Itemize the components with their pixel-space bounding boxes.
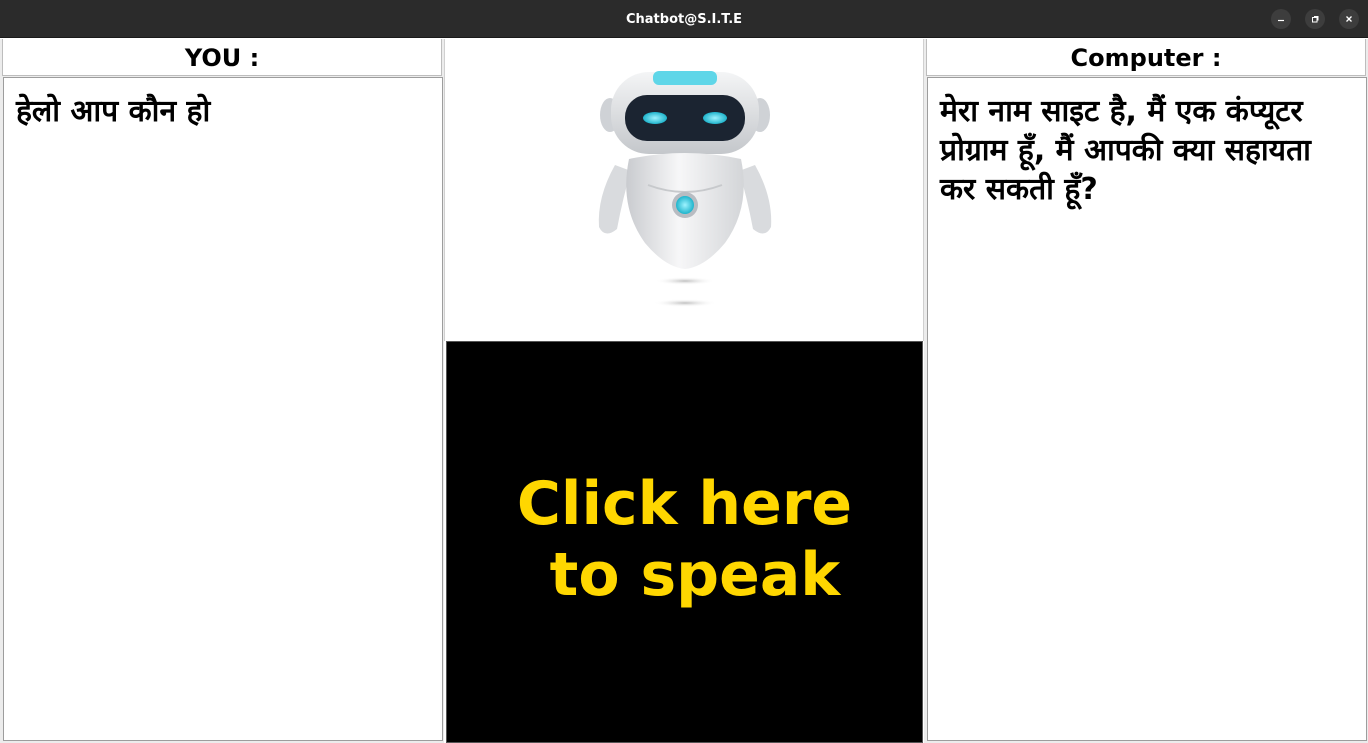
bot-panel-header: Computer : [926, 39, 1366, 76]
close-icon [1346, 16, 1352, 22]
title-bar: Chatbot@S.I.T.E [0, 0, 1368, 38]
robot-image-area [444, 39, 924, 341]
speak-button[interactable]: Click here to speak [446, 341, 923, 743]
maximize-icon [1312, 16, 1319, 23]
bot-panel: Computer : मेरा नाम साइट है, मैं एक कंप्… [924, 39, 1368, 743]
close-button[interactable] [1339, 9, 1359, 29]
window-title: Chatbot@S.I.T.E [625, 12, 743, 27]
user-panel-header: YOU : [2, 39, 442, 76]
bot-text-box[interactable]: मेरा नाम साइट है, मैं एक कंप्यूटर प्रोग्… [927, 77, 1367, 741]
center-panel: Click here to speak [444, 39, 924, 743]
minimize-button[interactable] [1271, 9, 1291, 29]
speak-button-label: Click here to speak [516, 469, 853, 610]
robot-icon [598, 71, 772, 307]
user-text-box[interactable]: हेलो आप कौन हो [3, 77, 443, 741]
user-panel: YOU : हेलो आप कौन हो [0, 39, 444, 743]
minimize-icon [1278, 19, 1284, 22]
maximize-button[interactable] [1305, 9, 1325, 29]
